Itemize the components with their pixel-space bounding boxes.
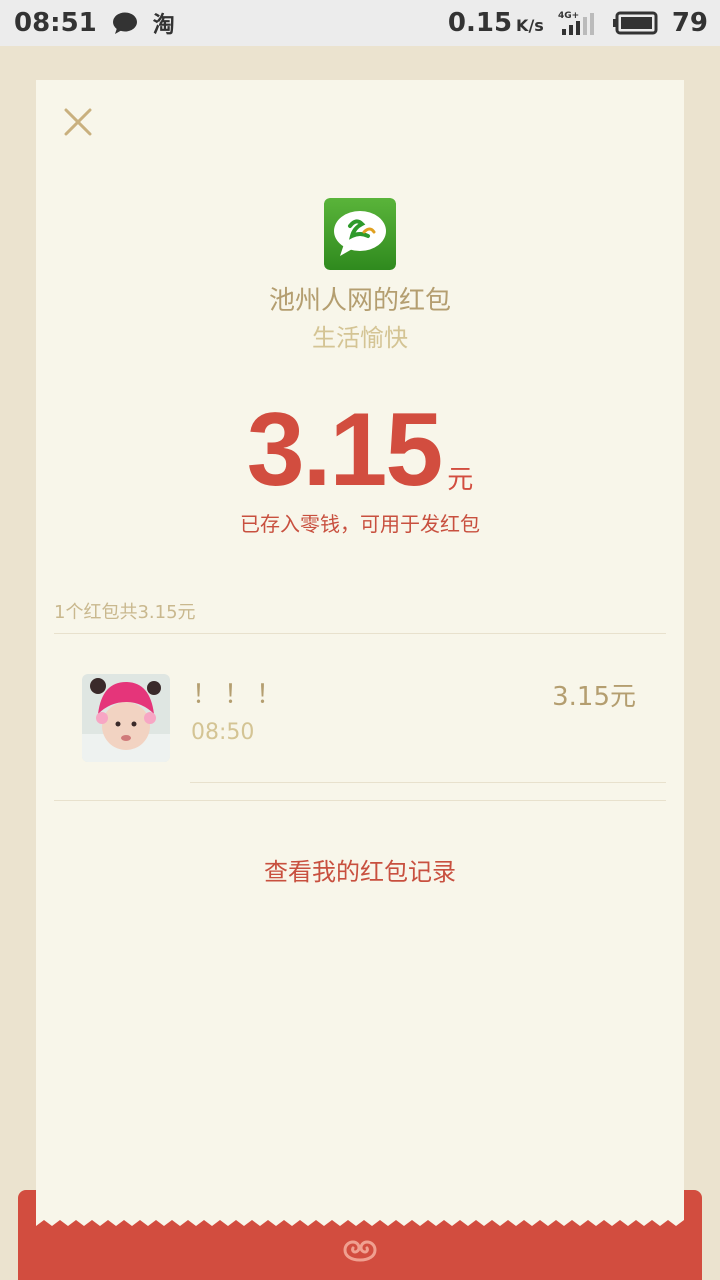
divider (54, 800, 666, 801)
packet-message: ！！！ (192, 680, 289, 710)
chat-bubble-icon (112, 12, 137, 34)
divider (190, 782, 666, 783)
status-time: 08:51 (14, 8, 97, 38)
battery-icon (612, 11, 658, 35)
avatar[interactable] (82, 674, 170, 762)
chizhou-logo-icon (324, 198, 396, 270)
signal-4g-icon: 4G+ (558, 11, 594, 35)
red-packet-detail-card: 池州人网的红包 生活愉快 3.15 元 已存入零钱，可用于发红包 1个红包共3.… (36, 80, 684, 1220)
svg-text:4G+: 4G+ (558, 11, 579, 21)
footer-cloud-emblem-icon (343, 1240, 377, 1262)
network-speed: 0.15 K/s (448, 8, 544, 38)
packet-summary: 1个红包共3.15元 (54, 602, 196, 623)
status-bar: 08:51 淘 0.15 K/s 4G+ 79 (0, 0, 720, 46)
baby-avatar-image (82, 674, 170, 762)
amount-unit: 元 (447, 465, 474, 495)
battery-level: 79 (671, 8, 708, 38)
packet-list-item[interactable]: ！！！ 08:50 3.15元 (54, 660, 666, 770)
greeting-message: 生活愉快 (312, 324, 408, 352)
close-button[interactable] (58, 102, 98, 142)
divider (54, 633, 666, 634)
network-speed-unit: K/s (516, 16, 544, 35)
network-speed-value: 0.15 (447, 8, 513, 38)
amount-row: 3.15 元 (36, 398, 684, 502)
status-left: 08:51 淘 (14, 7, 175, 39)
packet-amount: 3.15元 (552, 682, 636, 712)
saved-to-change-note[interactable]: 已存入零钱，可用于发红包 (36, 508, 684, 537)
sender-app-logo (324, 198, 396, 270)
card-zigzag-edge (36, 1214, 684, 1226)
status-right: 0.15 K/s 4G+ 79 (448, 8, 708, 38)
packet-time: 08:50 (191, 720, 255, 745)
received-amount: 3.15 (246, 392, 443, 508)
taobao-icon: 淘 (152, 13, 175, 38)
view-records-link[interactable]: 查看我的红包记录 (36, 852, 684, 887)
close-icon (64, 108, 92, 136)
sender-name: 池州人网的红包 (268, 286, 451, 316)
